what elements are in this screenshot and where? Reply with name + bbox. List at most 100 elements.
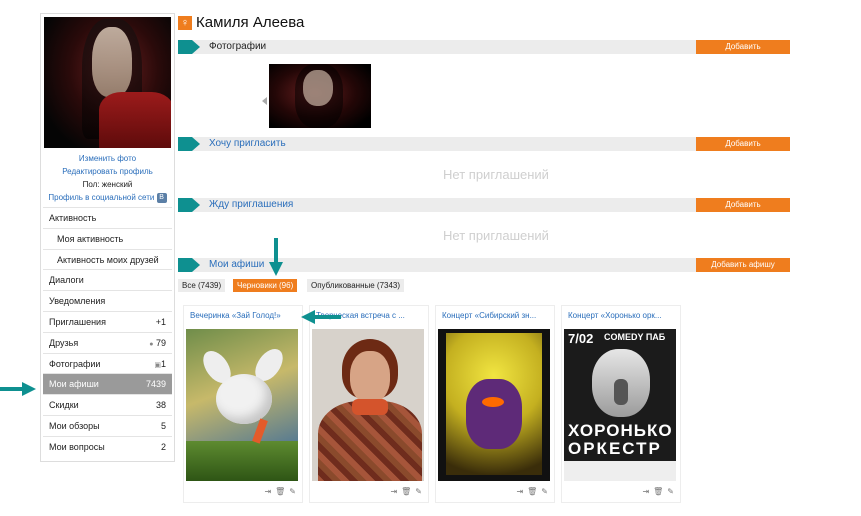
poster-card[interactable]: Концерт «Хоронько орк... 7/02 COMEDY ПАБ… — [561, 305, 681, 503]
pointer-arrow-icon — [0, 382, 36, 396]
pointer-arrow-icon — [269, 238, 283, 276]
poster-image[interactable] — [186, 329, 298, 481]
move-icon[interactable]: ⇥ — [390, 487, 397, 496]
social-profile-link[interactable]: Профиль в социальной сети В — [41, 191, 174, 204]
female-icon: ♀ — [178, 16, 192, 30]
page-title: Камиля Алеева — [196, 14, 305, 31]
section-photos: Фотографии Добавить — [178, 40, 790, 54]
section-tag-icon — [178, 198, 200, 212]
gender-text: Пол: женский — [82, 180, 133, 189]
sidebar-item-my-posters[interactable]: Мои афиши 7439 — [43, 373, 172, 395]
sidebar-item-discounts[interactable]: Скидки 38 — [43, 394, 172, 415]
filter-drafts-tab[interactable]: Черновики (96) — [233, 279, 298, 292]
poster-club: COMEDY ПАБ — [604, 332, 666, 342]
move-icon[interactable]: ⇥ — [642, 487, 649, 496]
poster-band-line2: ОРКЕСТР — [568, 439, 662, 458]
edit-icon[interactable]: ✎ — [667, 487, 674, 496]
change-photo-link[interactable]: Изменить фото — [41, 152, 174, 165]
sidebar-item-photos[interactable]: Фотографии ▣1 — [43, 352, 172, 374]
section-wait-invite: Жду приглашения Добавить — [178, 198, 790, 212]
sidebar-item-friends-activity[interactable]: Активность моих друзей — [43, 248, 172, 270]
edit-profile-link[interactable]: Редактировать профиль — [41, 165, 174, 178]
section-tag-icon — [178, 40, 200, 54]
art-collar — [352, 399, 388, 415]
section-tag-icon — [178, 137, 200, 151]
poster-title[interactable]: Концерт «Сибирский зн... — [442, 311, 550, 320]
sidebar-item-my-activity[interactable]: Моя активность — [43, 227, 172, 249]
sidebar-item-label: Мои вопросы — [49, 441, 105, 452]
sidebar-item-my-reviews[interactable]: Мои обзоры 5 — [43, 414, 172, 436]
card-actions: ⇥ 🗑 ✎ — [638, 487, 674, 496]
sidebar-item-label: Мои обзоры — [49, 420, 100, 431]
sidebar-item-activity[interactable]: Активность — [43, 207, 172, 228]
sidebar-item-my-questions[interactable]: Мои вопросы 2 — [43, 435, 172, 457]
card-actions: ⇥ 🗑 ✎ — [260, 487, 296, 496]
filter-all-tab[interactable]: Все (7439) — [178, 279, 226, 292]
avatar-clothing — [99, 92, 171, 148]
poster-image[interactable]: 7/02 COMEDY ПАБ ХОРОНЬКО ОРКЕСТР — [564, 329, 676, 481]
poster-image[interactable] — [438, 329, 550, 481]
trash-icon[interactable]: 🗑 — [401, 487, 411, 496]
section-title[interactable]: Мои афиши — [209, 258, 264, 272]
trash-icon[interactable]: 🗑 — [653, 487, 663, 496]
poster-title[interactable]: Вечеринка «Зай Голод!» — [190, 311, 298, 320]
sidebar-item-label: Фотографии — [49, 358, 101, 369]
art-creature — [466, 379, 522, 449]
add-photo-button[interactable]: Добавить — [696, 40, 790, 54]
add-invite-button[interactable]: Добавить — [696, 137, 790, 151]
add-poster-button[interactable]: Добавить афишу — [696, 258, 790, 272]
sidebar-item-notifications[interactable]: Уведомления — [43, 290, 172, 311]
sidebar-item-invitations[interactable]: Приглашения +1 — [43, 310, 172, 332]
section-title: Фотографии — [209, 41, 267, 52]
sidebar-item-count: 7439 — [145, 379, 166, 390]
sidebar-item-label: Моя активность — [57, 233, 124, 244]
person-icon: ● — [149, 340, 154, 348]
add-wait-button[interactable]: Добавить — [696, 198, 790, 212]
section-tag-icon — [178, 258, 200, 272]
card-actions: ⇥ 🗑 ✎ — [512, 487, 548, 496]
trash-icon[interactable]: 🗑 — [275, 487, 285, 496]
sidebar-item-count: 38 — [155, 400, 166, 411]
poster-title[interactable]: Концерт «Хоронько орк... — [568, 311, 676, 320]
vk-icon: В — [156, 192, 167, 203]
edit-icon[interactable]: ✎ — [289, 487, 296, 496]
filter-published-tab[interactable]: Опубликованные (7343) — [307, 279, 405, 292]
move-icon[interactable]: ⇥ — [516, 487, 523, 496]
art-bunny — [216, 374, 272, 424]
poster-card[interactable]: Концерт «Сибирский зн... ⇥ 🗑 ✎ — [435, 305, 555, 503]
poster-date: 7/02 — [568, 331, 594, 346]
poster-card[interactable]: Вечеринка «Зай Голод!» ⇥ 🗑 ✎ — [183, 305, 303, 503]
avatar-face — [92, 27, 132, 97]
profile-avatar[interactable] — [44, 17, 171, 148]
social-profile-label: Профиль в социальной сети — [48, 193, 155, 202]
sidebar-item-dialogs[interactable]: Диалоги — [43, 269, 172, 290]
profile-links: Изменить фото Редактировать профиль Пол:… — [41, 152, 174, 204]
photo-thumbnail[interactable] — [269, 64, 371, 128]
sidebar-item-count: +1 — [155, 316, 166, 327]
sidebar-item-count: 2 — [160, 441, 166, 452]
sidebar-item-label: Друзья — [49, 337, 79, 348]
sidebar-item-label: Диалоги — [49, 275, 84, 286]
photos-count: 1 — [160, 358, 166, 369]
section-title[interactable]: Хочу пригласить — [209, 137, 286, 151]
edit-icon[interactable]: ✎ — [415, 487, 422, 496]
photos-icon: ▣ — [154, 361, 161, 369]
poster-card[interactable]: Творческая встреча с ... ⇥ 🗑 ✎ — [309, 305, 429, 503]
pointer-arrow-icon — [301, 310, 341, 324]
art-eye — [482, 397, 504, 407]
chevron-left-icon[interactable] — [262, 97, 267, 105]
section-title[interactable]: Жду приглашения — [209, 198, 293, 212]
edit-icon[interactable]: ✎ — [541, 487, 548, 496]
poster-image[interactable] — [312, 329, 424, 481]
sidebar-menu: Активность Моя активность Активность мои… — [43, 207, 172, 457]
friends-count: 79 — [155, 337, 166, 348]
empty-state: Нет приглашений — [443, 167, 549, 182]
move-icon[interactable]: ⇥ — [264, 487, 271, 496]
profile-sidebar: Изменить фото Редактировать профиль Пол:… — [40, 13, 175, 462]
trash-icon[interactable]: 🗑 — [527, 487, 537, 496]
sidebar-item-friends[interactable]: Друзья ● 79 — [43, 331, 172, 353]
art-grass — [186, 441, 298, 481]
sidebar-item-label: Мои афиши — [49, 379, 99, 390]
poster-band-line1: ХОРОНЬКО — [568, 421, 673, 440]
section-want-invite: Хочу пригласить Добавить — [178, 137, 790, 151]
